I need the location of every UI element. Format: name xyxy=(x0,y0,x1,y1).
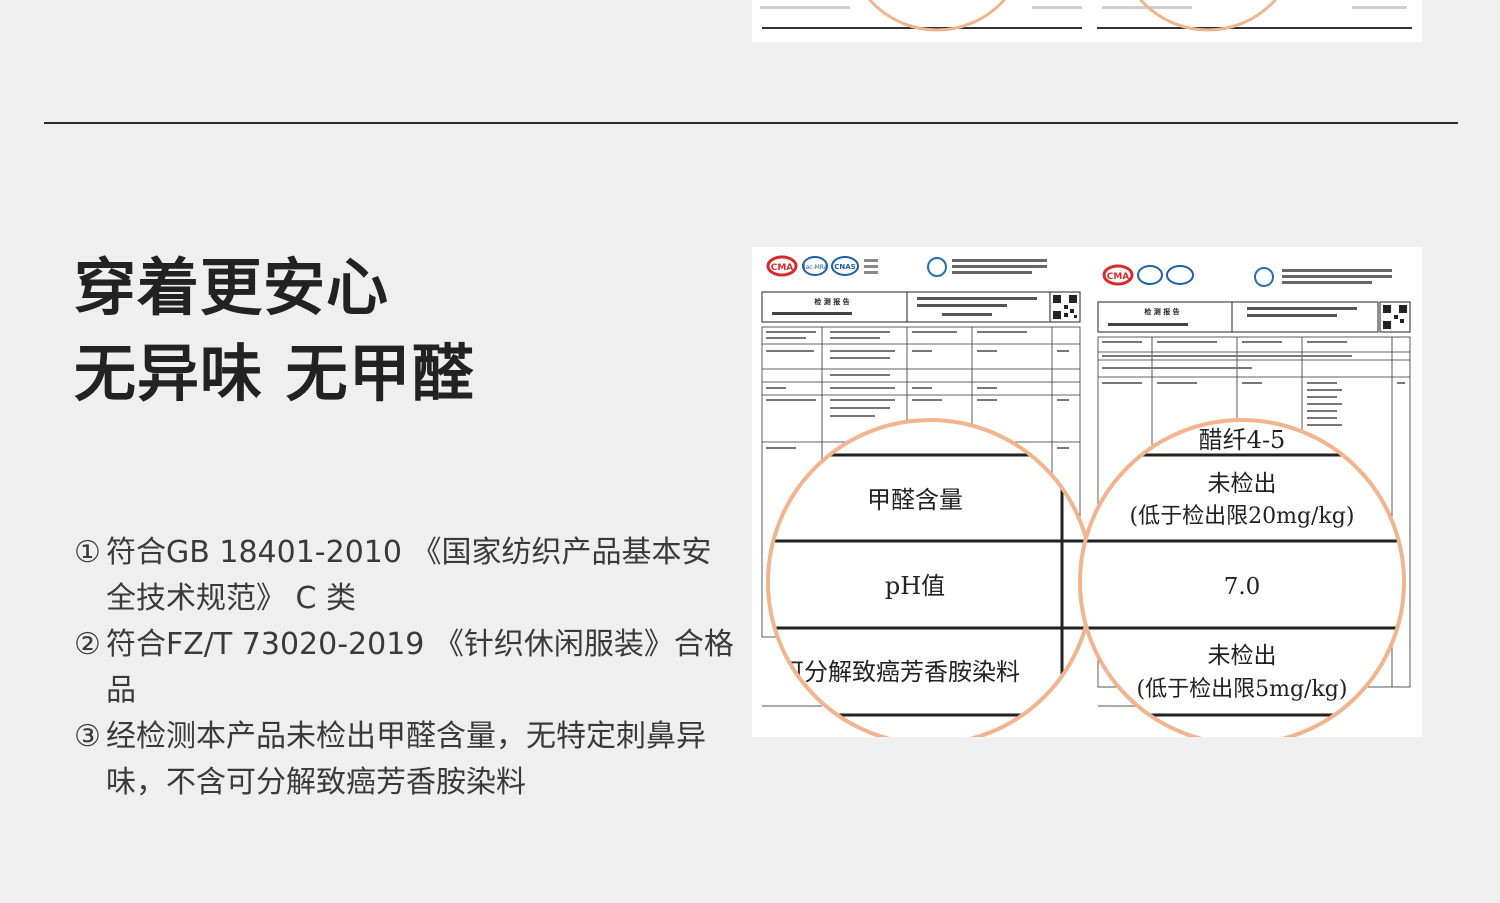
zoom-value-azo-dyes: 未检出 xyxy=(1208,643,1277,669)
svg-text:CMA: CMA xyxy=(1107,272,1130,282)
svg-text:CNAS: CNAS xyxy=(834,263,855,271)
headline: 穿着更安心 无异味 无甲醛 xyxy=(74,245,475,417)
svg-text:ilac-MRA: ilac-MRA xyxy=(802,264,829,271)
headline-line-1: 穿着更安心 xyxy=(74,251,390,324)
zoom-label-formaldehyde: 甲醛含量 xyxy=(867,486,963,514)
point-number: ① xyxy=(74,535,101,570)
point-text: 经检测本产品未检出甲醛含量，无特定刺鼻异味，不含可分解致癌芳香胺染料 xyxy=(106,719,706,800)
zoom-value-azo-dyes-limit: (低于检出限5mg/kg) xyxy=(1137,677,1348,702)
top-report-strip xyxy=(752,0,1422,42)
section-divider xyxy=(44,122,1458,124)
zoom-value-formaldehyde: 未检出 xyxy=(1208,471,1277,497)
point-text: 符合GB 18401-2010 《国家纺织产品基本安全技术规范》 C 类 xyxy=(106,535,712,616)
feature-point-2: ② 符合FZ/T 73020-2019 《针织休闲服装》合格品 xyxy=(74,622,734,714)
qr-code-icon xyxy=(1049,291,1081,323)
zoom-label-azo-dyes: 可分解致癌芳香胺染料 xyxy=(780,658,1020,686)
svg-text:检 测 报 告: 检 测 报 告 xyxy=(1144,307,1179,316)
test-report-images: CMA ilac-MRA CNAS 检 测 报 告 CMA 检 测 报 告 甲醛… xyxy=(752,247,1422,737)
point-number: ② xyxy=(74,627,101,662)
report-title: 检 测 报 告 xyxy=(814,297,849,306)
feature-point-1: ① 符合GB 18401-2010 《国家纺织产品基本安全技术规范》 C 类 xyxy=(74,530,734,622)
zoom-label-ph: pH值 xyxy=(885,572,945,600)
zoom-value-ph: 7.0 xyxy=(1224,574,1261,600)
headline-line-2: 无异味 无甲醛 xyxy=(74,337,475,410)
feature-points: ① 符合GB 18401-2010 《国家纺织产品基本安全技术规范》 C 类 ②… xyxy=(74,530,734,806)
point-number: ③ xyxy=(74,719,101,754)
zoom-value-formaldehyde-limit: (低于检出限20mg/kg) xyxy=(1130,504,1355,529)
ilac-logo: ilac-MRA xyxy=(802,256,829,276)
feature-point-3: ③ 经检测本产品未检出甲醛含量，无特定刺鼻异味，不含可分解致癌芳香胺染料 xyxy=(74,714,734,806)
svg-text:CMA: CMA xyxy=(771,263,794,273)
zoom-column-header: 醋纤4-5 xyxy=(1199,426,1286,454)
cnas-logo: CNAS xyxy=(831,256,859,276)
point-text: 符合FZ/T 73020-2019 《针织休闲服装》合格品 xyxy=(106,627,734,708)
